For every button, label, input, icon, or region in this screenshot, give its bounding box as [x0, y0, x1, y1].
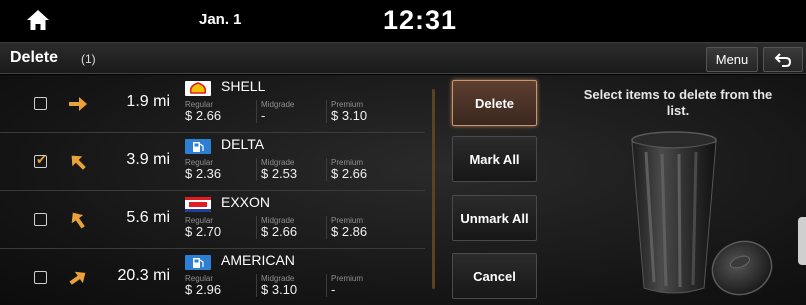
price-value: $ 2.66: [331, 166, 368, 181]
station-name: DELTA: [221, 136, 265, 152]
list-item[interactable]: 5.6 mi EXXON Regular $ 2.70 Midgrade $ 2.6…: [0, 191, 425, 249]
midgrade-price: Midgrade $ 3.10: [256, 274, 326, 297]
home-icon[interactable]: [26, 9, 50, 31]
station-name: SHELL: [221, 78, 266, 94]
delete-instructions: Select items to delete from the list.: [583, 87, 773, 118]
midgrade-price: Midgrade -: [256, 100, 326, 123]
back-arrow-icon: [774, 52, 792, 67]
item-checkbox[interactable]: [34, 213, 47, 226]
title-bar: Delete (1) Menu: [0, 42, 806, 74]
mark-all-button[interactable]: Mark All: [452, 136, 537, 182]
station-distance: 3.9 mi: [126, 151, 170, 168]
delete-button[interactable]: Delete: [452, 80, 537, 126]
price-value: $ 2.66: [185, 108, 222, 123]
menu-button[interactable]: Menu: [706, 47, 758, 72]
price-value: -: [331, 282, 336, 297]
premium-price: Premium $ 2.86: [326, 216, 396, 239]
content-area: 1.9 mi SHELL Regular $ 2.66 Midgrade - Pre…: [0, 75, 806, 305]
station-name: AMERICAN: [221, 252, 295, 268]
regular-price: Regular $ 2.70: [185, 216, 255, 239]
price-value: $ 2.53: [261, 166, 298, 181]
status-bar: Jan. 1 12:31: [0, 0, 806, 42]
fuel-pump-logo-icon: [185, 255, 211, 270]
direction-up-left-icon: [71, 212, 85, 229]
item-checkbox-checked[interactable]: ✔: [34, 152, 47, 168]
direction-up-right-icon: [69, 271, 86, 285]
station-name: EXXON: [221, 194, 271, 210]
cancel-button[interactable]: Cancel: [452, 253, 537, 299]
price-value: -: [261, 108, 266, 123]
trash-can-icon: [631, 131, 773, 296]
regular-price: Regular $ 2.96: [185, 274, 255, 297]
premium-price: Premium $ 3.10: [326, 100, 396, 123]
status-clock: 12:31: [383, 5, 458, 35]
regular-price: Regular $ 2.36: [185, 158, 255, 181]
shell-logo-icon: [185, 81, 211, 96]
unmark-all-button[interactable]: Unmark All: [452, 195, 537, 241]
price-value: $ 2.66: [261, 224, 298, 239]
page-title: Delete: [10, 49, 59, 66]
station-distance: 5.6 mi: [126, 209, 170, 226]
price-value: $ 2.96: [185, 282, 222, 297]
direction-up-left-icon: [71, 155, 86, 170]
station-distance: 20.3 mi: [117, 267, 170, 284]
midgrade-price: Midgrade $ 2.53: [256, 158, 326, 181]
midgrade-price: Midgrade $ 2.66: [256, 216, 326, 239]
price-value: $ 2.36: [185, 166, 222, 181]
premium-price: Premium $ 2.66: [326, 158, 396, 181]
item-checkbox[interactable]: [34, 271, 47, 284]
price-value: $ 2.70: [185, 224, 222, 239]
list-item[interactable]: 1.9 mi SHELL Regular $ 2.66 Midgrade - Pre…: [0, 75, 425, 133]
side-panel-handle[interactable]: [798, 217, 806, 265]
regular-price: Regular $ 2.66: [185, 100, 255, 123]
price-value: $ 3.10: [331, 108, 368, 123]
item-checkbox[interactable]: [34, 97, 47, 110]
premium-price: Premium -: [326, 274, 396, 297]
price-value: $ 2.86: [331, 224, 368, 239]
fuel-pump-logo-icon: [185, 139, 211, 154]
station-list: 1.9 mi SHELL Regular $ 2.66 Midgrade - Pre…: [0, 75, 425, 305]
list-item[interactable]: ✔ 3.9 mi DELTA Regular $ 2.36 Midgrade $ 2…: [0, 133, 425, 191]
checkmark-icon: ✔: [36, 152, 47, 167]
exxon-logo-icon: [185, 197, 211, 212]
selected-count: (1): [81, 52, 96, 66]
direction-right-icon: [69, 97, 87, 111]
price-value: $ 3.10: [261, 282, 298, 297]
station-distance: 1.9 mi: [126, 93, 170, 110]
list-scrollbar[interactable]: [432, 89, 435, 289]
back-button[interactable]: [763, 47, 803, 72]
list-item[interactable]: 20.3 mi AMERICAN Regular $ 2.96 Midgrade $…: [0, 249, 425, 305]
status-date: Jan. 1: [199, 11, 242, 28]
